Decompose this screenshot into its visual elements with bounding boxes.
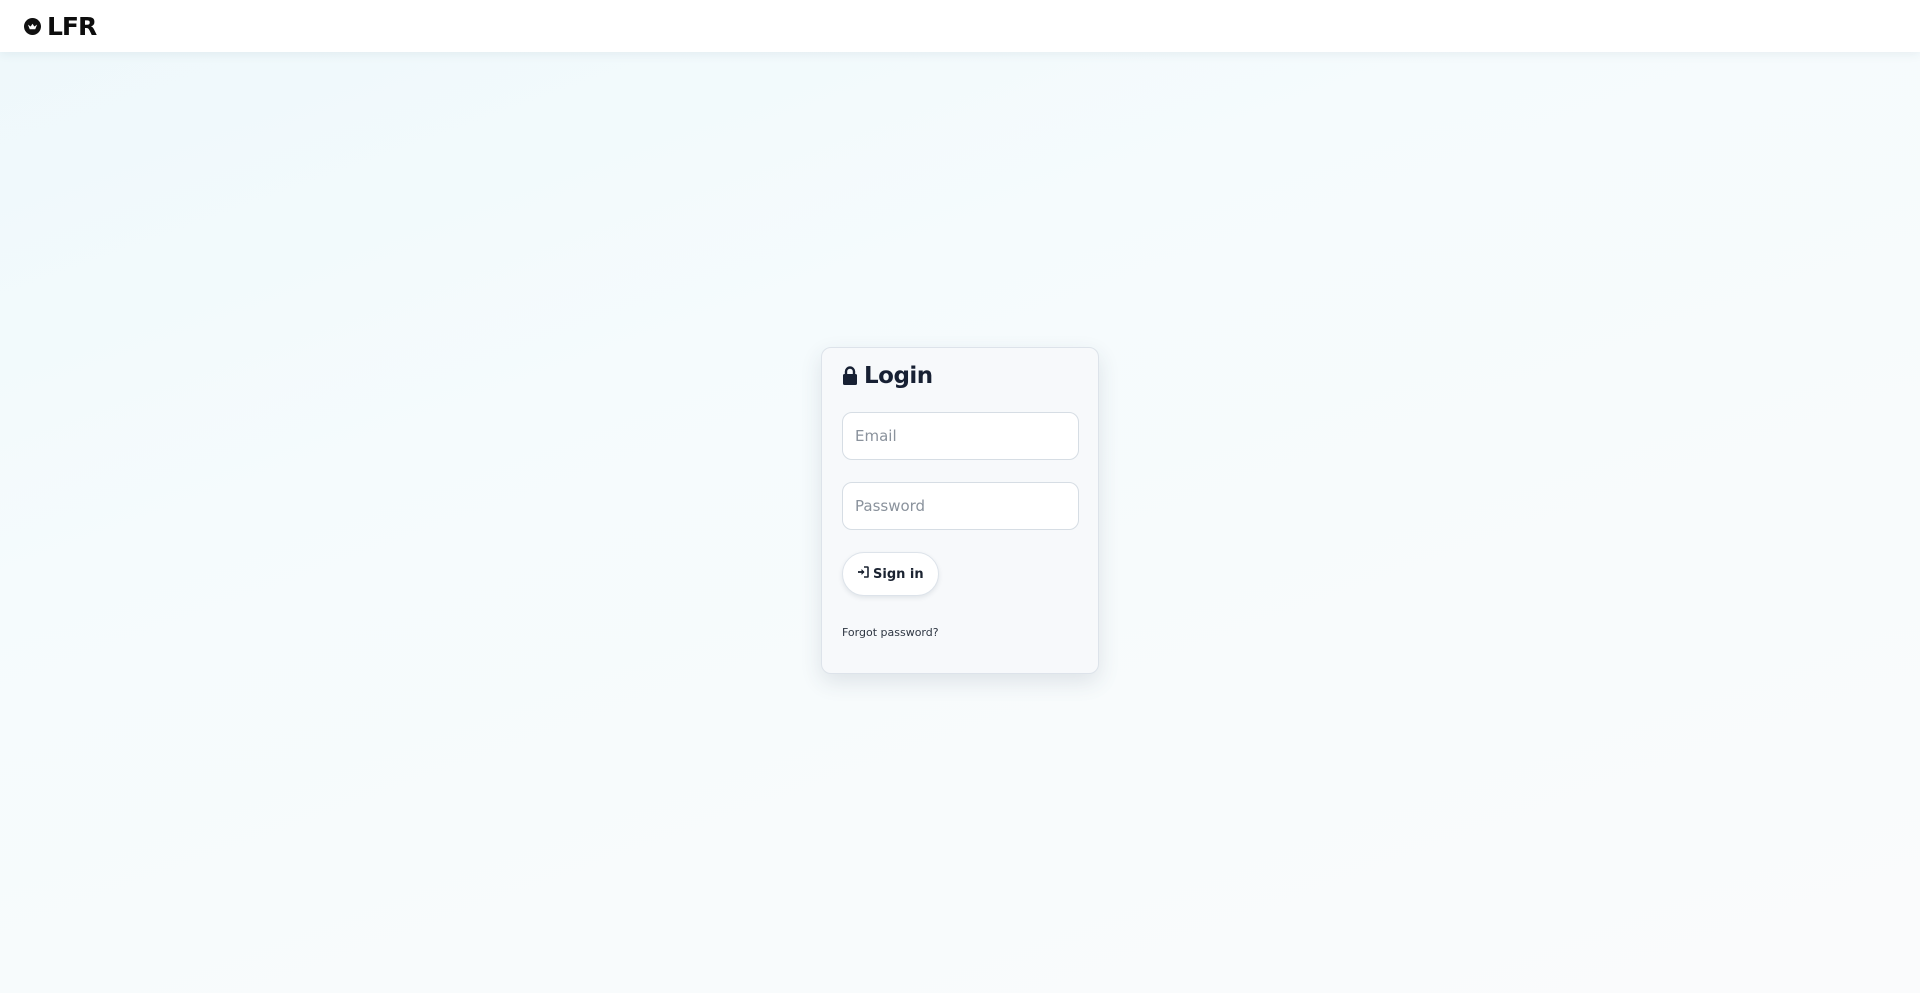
sign-in-icon (857, 566, 869, 582)
login-header: Login (842, 360, 1078, 392)
sign-in-label: Sign in (873, 566, 924, 582)
email-field[interactable] (842, 412, 1079, 460)
brand-name: LFR (47, 11, 97, 41)
lock-icon (842, 366, 858, 386)
login-card: Login Sign in Forgot password? (821, 347, 1099, 674)
forgot-password-link[interactable]: Forgot password? (842, 626, 939, 639)
bird-badge-icon (24, 17, 41, 35)
top-navbar: LFR (0, 0, 1920, 52)
sign-in-button[interactable]: Sign in (842, 552, 939, 596)
brand-link[interactable]: LFR (24, 11, 97, 41)
password-field[interactable] (842, 482, 1079, 530)
login-title: Login (864, 363, 933, 389)
